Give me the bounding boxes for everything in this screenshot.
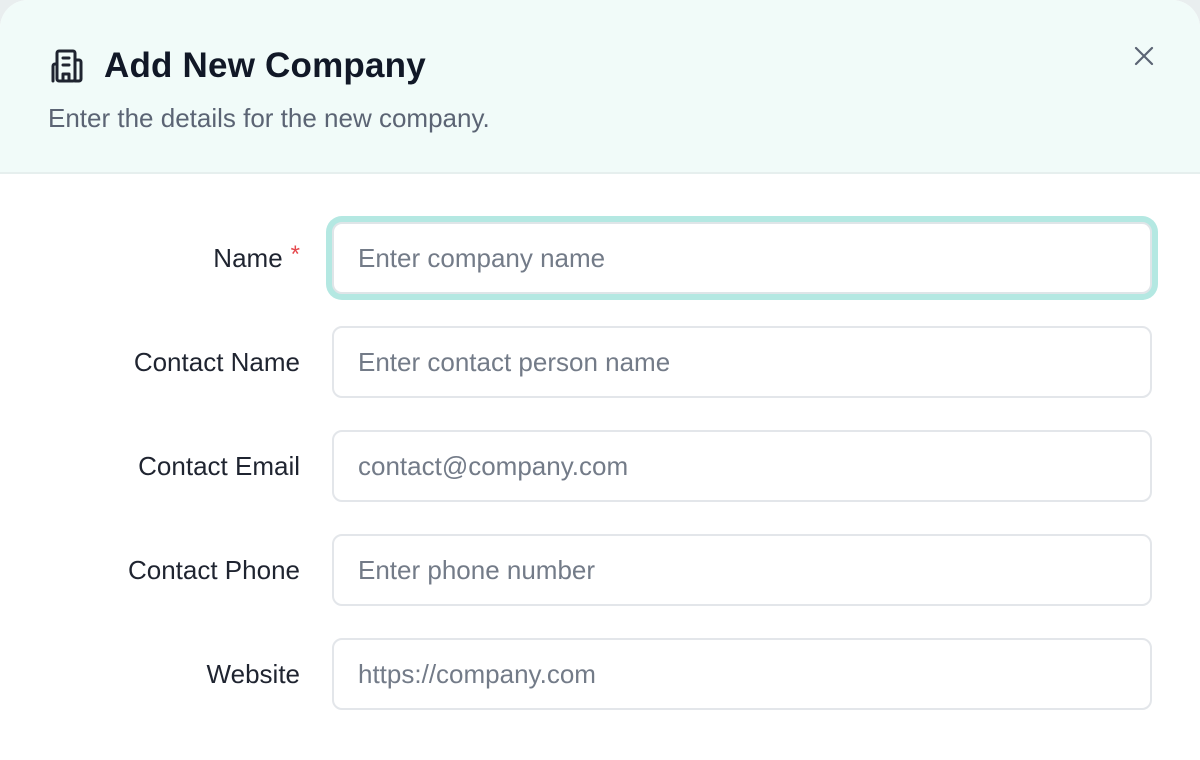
name-label: Name * [213, 222, 300, 294]
name-label-text: Name [213, 242, 283, 273]
company-name-input[interactable] [332, 222, 1152, 294]
form-row-name: Name * [0, 222, 1200, 294]
add-company-dialog: Add New Company Enter the details for th… [0, 0, 1200, 760]
close-icon [1134, 46, 1154, 66]
title-row: Add New Company [48, 46, 426, 86]
contact-phone-label: Contact Phone [127, 554, 300, 585]
website-label: Website [206, 658, 300, 689]
form-row-contact-email: Contact Email [0, 430, 1200, 502]
building-icon [48, 46, 88, 86]
dialog-subtitle: Enter the details for the new company. [48, 103, 490, 133]
contact-email-label: Contact Email [138, 450, 300, 481]
contact-email-input[interactable] [332, 430, 1152, 502]
required-mark: * [290, 241, 300, 268]
form-row-contact-name: Contact Name [0, 326, 1200, 398]
website-input[interactable] [332, 638, 1152, 710]
close-button[interactable] [1126, 38, 1162, 74]
contact-name-input[interactable] [332, 326, 1152, 398]
contact-phone-input[interactable] [332, 534, 1152, 606]
dialog-title: Add New Company [104, 46, 426, 85]
form-row-website: Website [0, 638, 1200, 710]
contact-name-label: Contact Name [133, 346, 300, 377]
form-row-contact-phone: Contact Phone [0, 534, 1200, 606]
dialog-header: Add New Company Enter the details for th… [0, 0, 1200, 174]
